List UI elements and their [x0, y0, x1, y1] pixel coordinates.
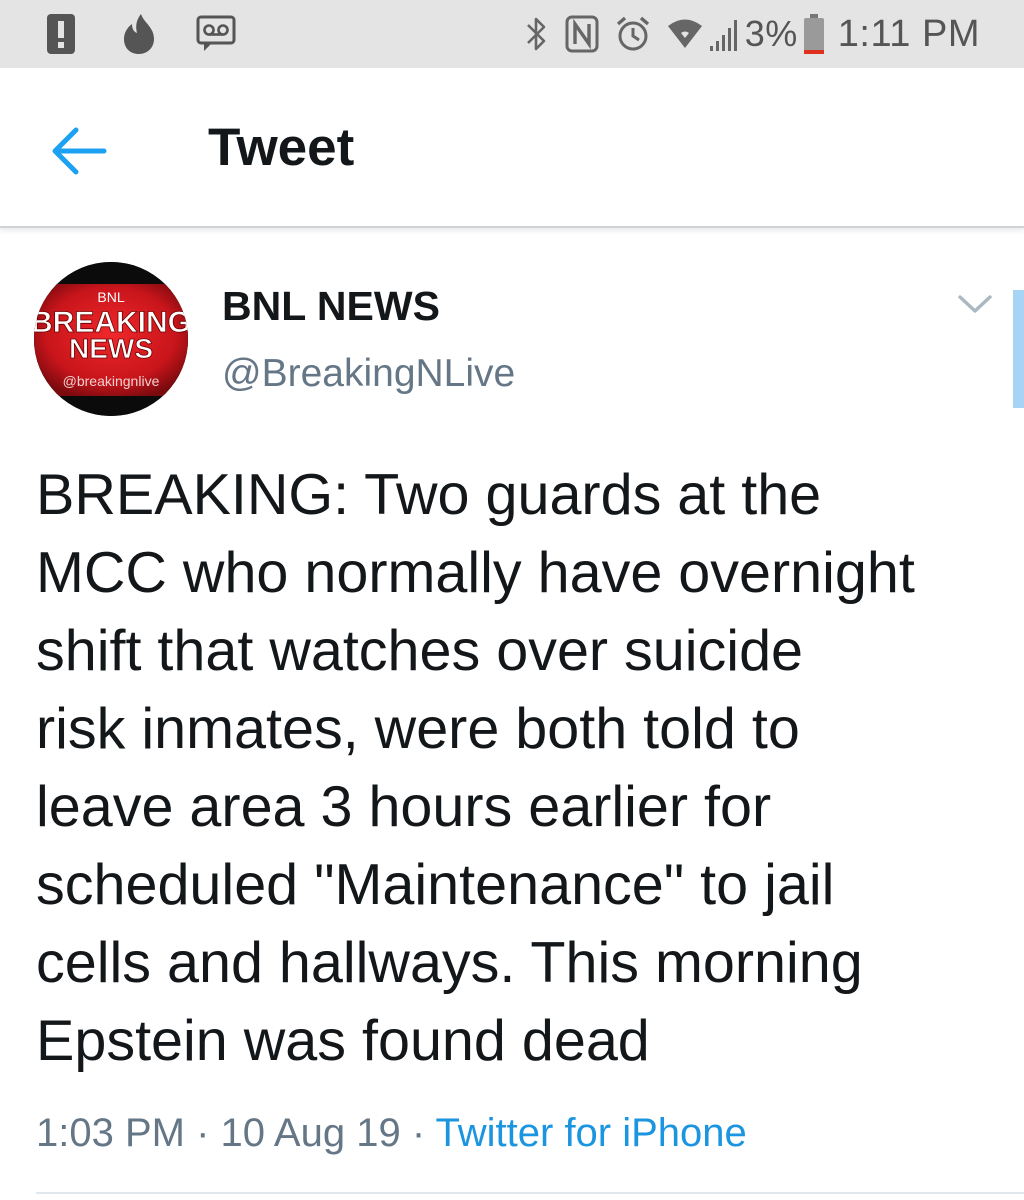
avatar-handle-text: @breakingnlive	[63, 373, 160, 389]
battery-icon	[803, 14, 824, 54]
display-name[interactable]: BNL NEWS	[222, 282, 440, 330]
status-bar: 3% 1:11 PM	[0, 0, 1024, 68]
avatar-news-text: NEWS	[69, 333, 153, 364]
nfc-icon	[565, 15, 599, 53]
tweet-source-link[interactable]: Twitter for iPhone	[436, 1111, 747, 1155]
status-time: 1:11 PM	[837, 12, 980, 55]
arrow-left-icon	[52, 127, 107, 175]
tweet-meta: 1:03 PM · 10 Aug 19 · Twitter for iPhone	[36, 1108, 747, 1158]
status-bar-system-icons: 3% 1:11 PM	[525, 8, 980, 60]
app-bar: Tweet	[0, 68, 1024, 228]
wifi-icon	[667, 19, 702, 48]
avatar-image: BNL BREAKING NEWS @breakingnlive	[34, 262, 188, 416]
tweet-time: 1:03 PM	[36, 1111, 185, 1155]
tweet-text: BREAKING: Two guards at the MCC who norm…	[36, 463, 915, 1073]
status-bar-notification-icons	[46, 12, 236, 56]
signal-icon	[709, 20, 737, 51]
user-handle[interactable]: @BreakingNLive	[222, 350, 515, 398]
tweet-date: 10 Aug 19	[220, 1111, 401, 1155]
alert-icon	[47, 14, 75, 54]
tweet-options-button[interactable]	[954, 286, 996, 322]
divider	[36, 1192, 1024, 1194]
scroll-indicator[interactable]	[1013, 290, 1024, 408]
meta-separator: ·	[400, 1111, 436, 1155]
page-title: Tweet	[208, 118, 355, 177]
alarm-icon	[616, 16, 649, 51]
avatar[interactable]: BNL BREAKING NEWS @breakingnlive	[34, 262, 188, 416]
meta-separator: ·	[184, 1111, 221, 1155]
bluetooth-icon	[526, 17, 546, 51]
back-button[interactable]	[46, 122, 114, 180]
tinder-flame-icon	[124, 14, 154, 54]
battery-percent: 3%	[744, 13, 798, 54]
voicemail-icon	[196, 15, 236, 51]
avatar-top-text: BNL	[97, 289, 124, 305]
chevron-down-icon	[958, 295, 992, 313]
